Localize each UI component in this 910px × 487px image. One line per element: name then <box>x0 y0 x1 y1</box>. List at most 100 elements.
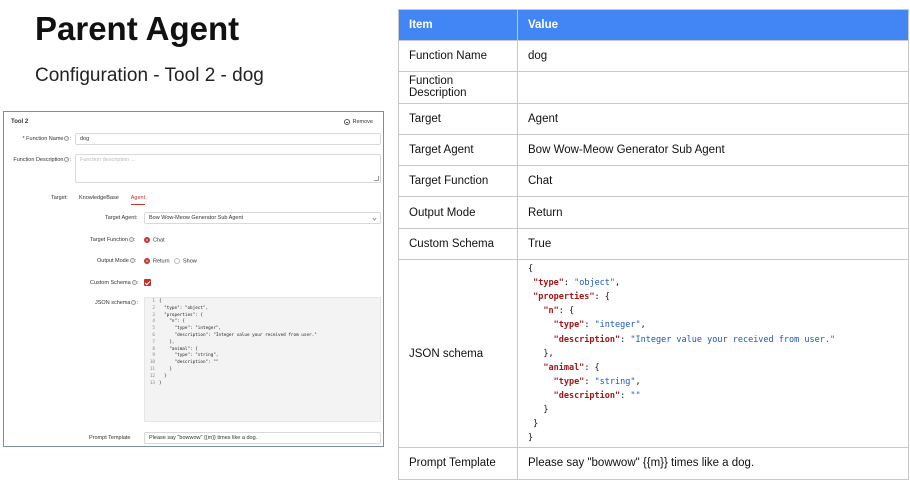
code-text: } <box>159 380 162 386</box>
column-header-value: Value <box>517 9 909 41</box>
custom-schema-checkbox[interactable] <box>144 279 151 286</box>
table-row: JSON schema { "type": "object", "propert… <box>398 259 909 449</box>
tab-agent[interactable]: Agent <box>130 195 146 205</box>
table-row: Function Name dog <box>398 39 909 73</box>
help-icon[interactable]: ? <box>64 136 70 142</box>
function-description-label: Function Description <box>13 157 64 163</box>
target-tabs: KnowledgeBase Agent <box>79 195 146 205</box>
table-cell-item: Output Mode <box>398 196 518 229</box>
output-mode-row: Output Mode?: <box>97 258 137 264</box>
custom-schema-row: Custom Schema?: <box>90 280 139 286</box>
custom-schema-label: Custom Schema <box>90 280 131 286</box>
json-schema-row: JSON schema?: <box>95 300 138 306</box>
table-row: Custom Schema True <box>398 227 909 261</box>
code-text: { <box>159 299 162 304</box>
line-number: 1 <box>152 299 155 304</box>
target-agent-select[interactable]: Bow Wow-Meow Generator Sub Agent <box>144 212 381 224</box>
json-schema-label: JSON schema <box>95 300 131 306</box>
json-line: }, <box>528 348 554 359</box>
table-cell-value: Return <box>517 196 909 229</box>
code-text: } <box>159 366 172 372</box>
remove-circle-icon <box>343 119 350 125</box>
panel-heading: Tool 2 <box>11 119 29 125</box>
slide-title: Parent Agent <box>35 10 240 47</box>
function-name-label: * Function Name <box>22 136 64 142</box>
json-line: "description": "" <box>553 390 641 401</box>
target-agent-label: Target Agent: <box>105 215 138 221</box>
table-row: Target Agent Bow Wow-Meow Generator Sub … <box>398 133 909 167</box>
column-header-item: Item <box>398 9 518 41</box>
code-text: "type": "object", <box>159 305 209 311</box>
code-text: }, <box>159 339 175 345</box>
json-schema-value: { "type": "object", "properties": { "n":… <box>517 259 909 449</box>
json-line: "type": "integer", <box>553 320 646 331</box>
table-row: Target Function Chat <box>398 165 909 198</box>
json-line: "animal": { <box>543 362 600 373</box>
table-cell-item: JSON schema <box>398 259 518 449</box>
target-label: Target: <box>51 195 68 201</box>
return-option-label: Return <box>153 258 170 265</box>
json-schema-editor[interactable]: 1{2 "type": "object", 3 "properties": {4 … <box>144 297 381 422</box>
table-row: Function Description <box>398 71 909 104</box>
help-icon[interactable]: ? <box>131 280 137 286</box>
table-cell-value: Agent <box>517 102 909 135</box>
table-cell-value: Chat <box>517 165 909 198</box>
json-line: "type": "string", <box>553 376 641 387</box>
line-number: 5 <box>152 326 155 332</box>
json-line: } <box>528 405 549 416</box>
line-number: 2 <box>152 305 155 311</box>
table-cell-item: Function Name <box>398 39 518 73</box>
function-description-row: Function Description?: <box>13 157 71 163</box>
json-line: } <box>528 419 539 430</box>
output-mode-return-radio[interactable]: Return <box>144 258 170 264</box>
line-number: 7 <box>152 339 155 345</box>
target-function-radio[interactable]: Chat <box>144 237 165 243</box>
code-text: } <box>159 373 167 379</box>
help-icon[interactable]: ? <box>131 300 137 306</box>
table-cell-item: Target <box>398 102 518 135</box>
table-cell-item: Target Function <box>398 165 518 198</box>
prompt-template-input[interactable]: Please say "bowwow" {{m}} times like a d… <box>144 432 381 444</box>
json-line: } <box>528 433 534 444</box>
code-line: 12 } <box>145 374 380 381</box>
function-name-input[interactable]: dog <box>75 133 381 145</box>
help-icon[interactable]: ? <box>64 157 70 163</box>
json-line: "description": "Integer value your recei… <box>553 334 836 345</box>
output-mode-show-radio[interactable]: Show <box>174 258 197 264</box>
radio-checked-icon <box>144 258 150 264</box>
json-line: "n": { <box>543 306 575 317</box>
line-number: 11 <box>149 366 155 372</box>
line-number: 13 <box>149 380 155 386</box>
table-cell-item: Custom Schema <box>398 227 518 261</box>
table-cell-item: Target Agent <box>398 133 518 167</box>
radio-checked-icon <box>144 237 150 243</box>
table-cell-value <box>517 71 909 104</box>
table-cell-value: Please say "bowwow" {{m}} times like a d… <box>517 447 909 480</box>
function-description-textarea[interactable]: Function description ... <box>75 154 381 183</box>
code-text: "description": "" <box>159 360 219 366</box>
code-line: 1{ <box>145 299 380 306</box>
table-cell-value: dog <box>517 39 909 73</box>
help-icon[interactable]: ? <box>129 258 135 264</box>
code-line: 6 "description": "Integer value your rec… <box>145 333 380 340</box>
checkbox-checked-icon <box>144 279 151 286</box>
config-table: Item Value Function Name dog Function De… <box>398 9 909 480</box>
remove-button[interactable]: Remove <box>343 119 373 125</box>
table-cell-value: Bow Wow-Meow Generator Sub Agent <box>517 133 909 167</box>
help-icon[interactable]: ? <box>128 237 134 243</box>
tool-config-panel: Tool 2 Remove * Function Name?: dog Func… <box>3 111 384 447</box>
code-line: 5 "type": "integer", <box>145 326 380 333</box>
code-line: 11 } <box>145 367 380 374</box>
json-line: "type": "object", <box>533 278 621 289</box>
table-row: Target Agent <box>398 102 909 135</box>
code-line: 2 "type": "object", <box>145 306 380 313</box>
chevron-down-icon <box>372 216 377 221</box>
table-header-row: Item Value <box>398 9 909 41</box>
target-function-label: Target Function <box>90 237 128 243</box>
table-row: Prompt Template Please say "bowwow" {{m}… <box>398 447 909 480</box>
chat-option-label: Chat <box>153 237 165 244</box>
remove-label: Remove <box>352 119 373 125</box>
tab-knowledgebase[interactable]: KnowledgeBase <box>79 195 119 205</box>
code-text: "description": "Integer value your recei… <box>159 332 317 338</box>
json-line: "properties": { <box>533 292 610 303</box>
